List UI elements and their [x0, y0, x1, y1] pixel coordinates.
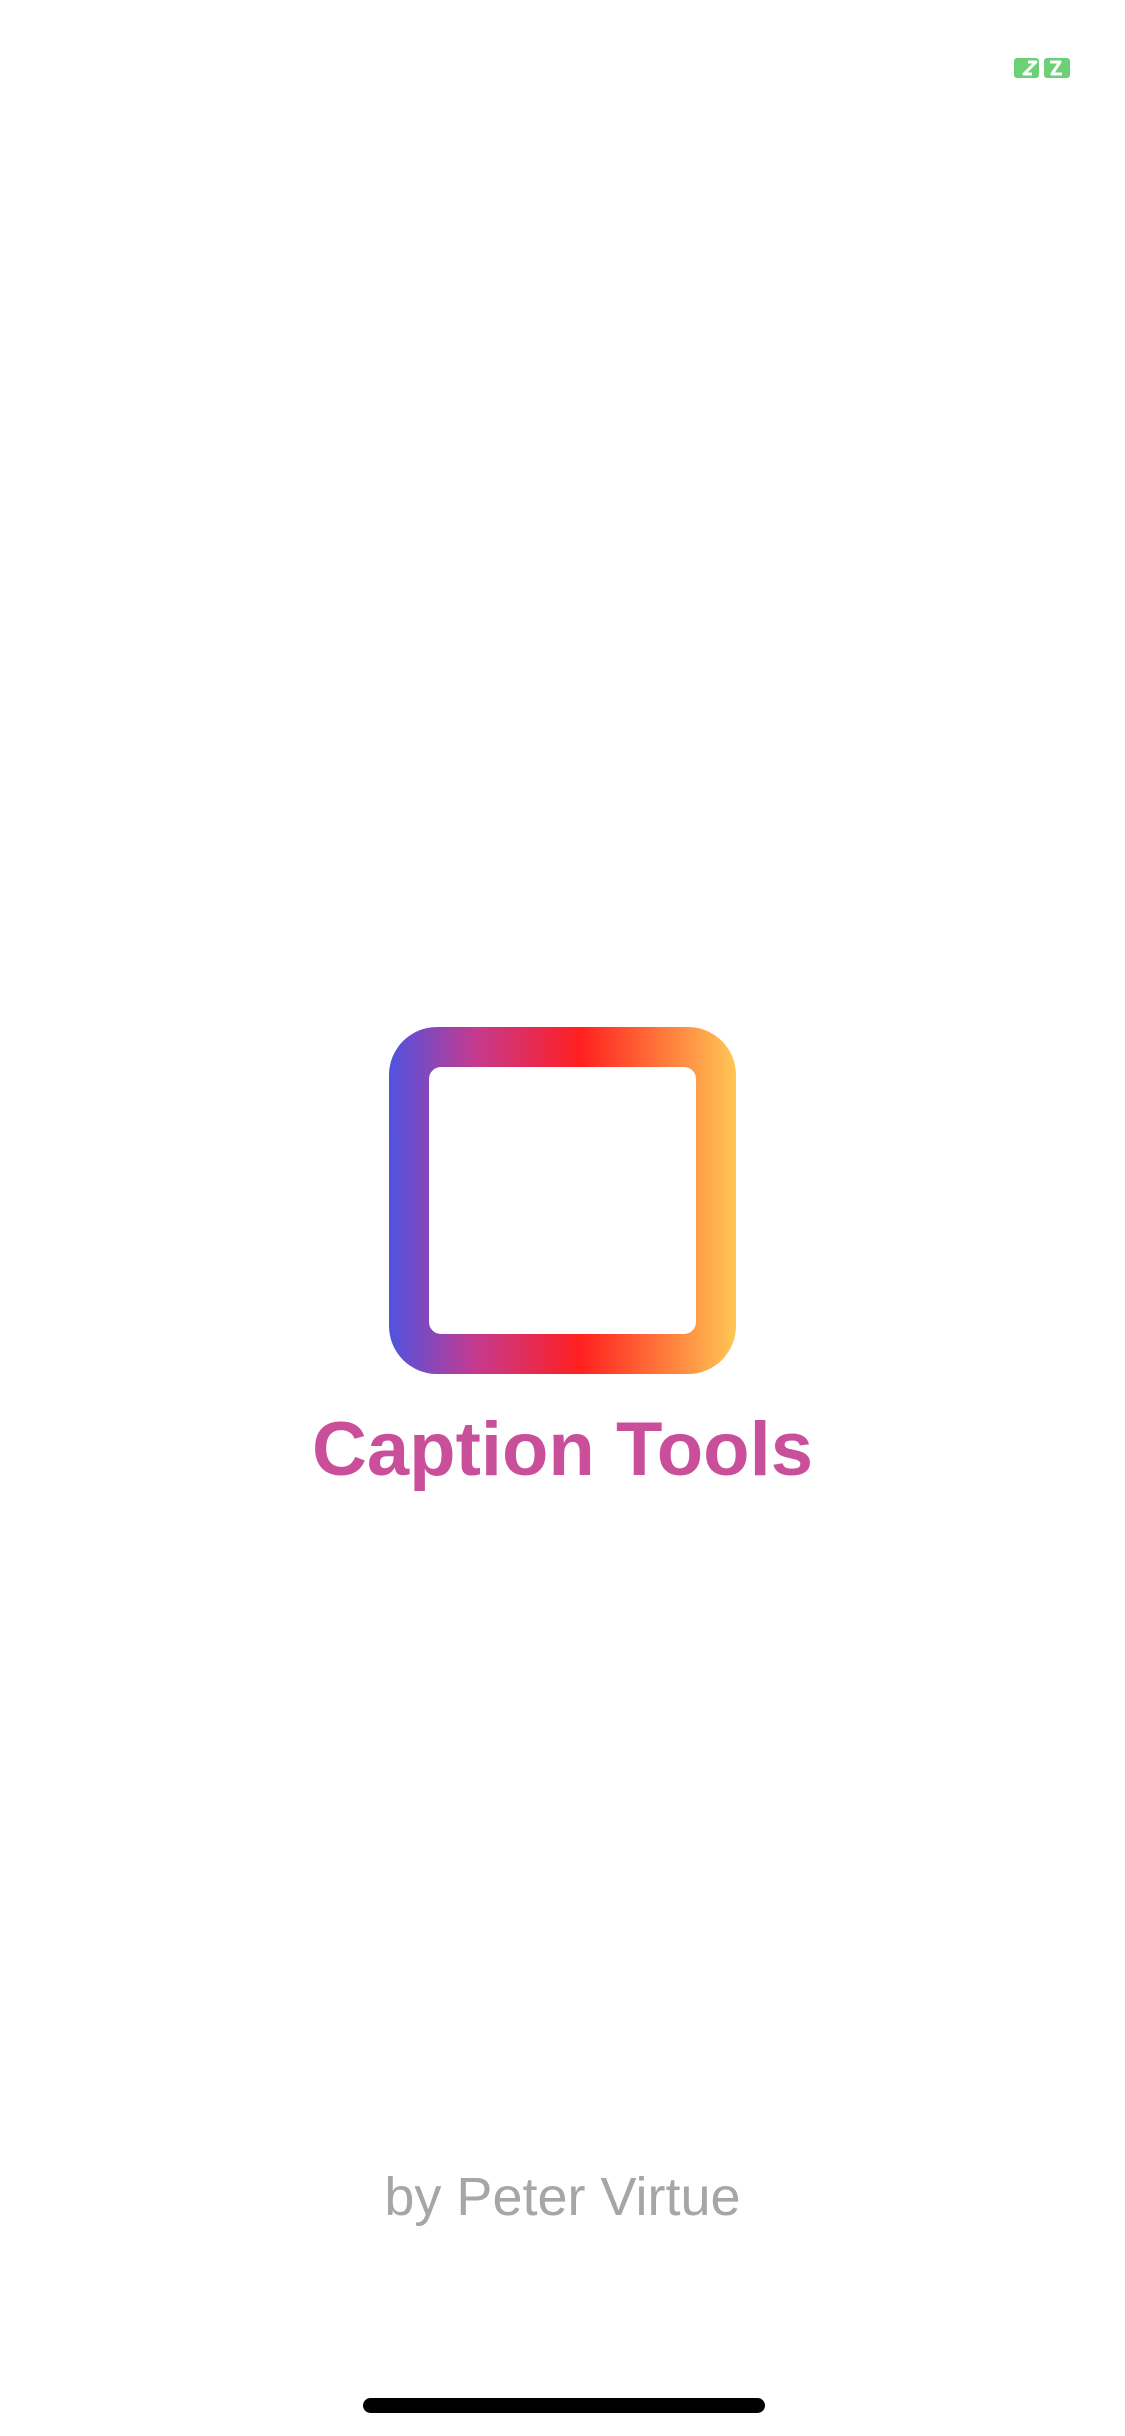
hashtag-frame-icon — [389, 1027, 736, 1374]
screen-mirroring-icon — [1014, 56, 1070, 80]
app-title: Caption Tools — [312, 1407, 813, 1492]
author-credit: by Peter Virtue — [384, 2167, 741, 2227]
home-indicator[interactable] — [363, 2398, 765, 2413]
